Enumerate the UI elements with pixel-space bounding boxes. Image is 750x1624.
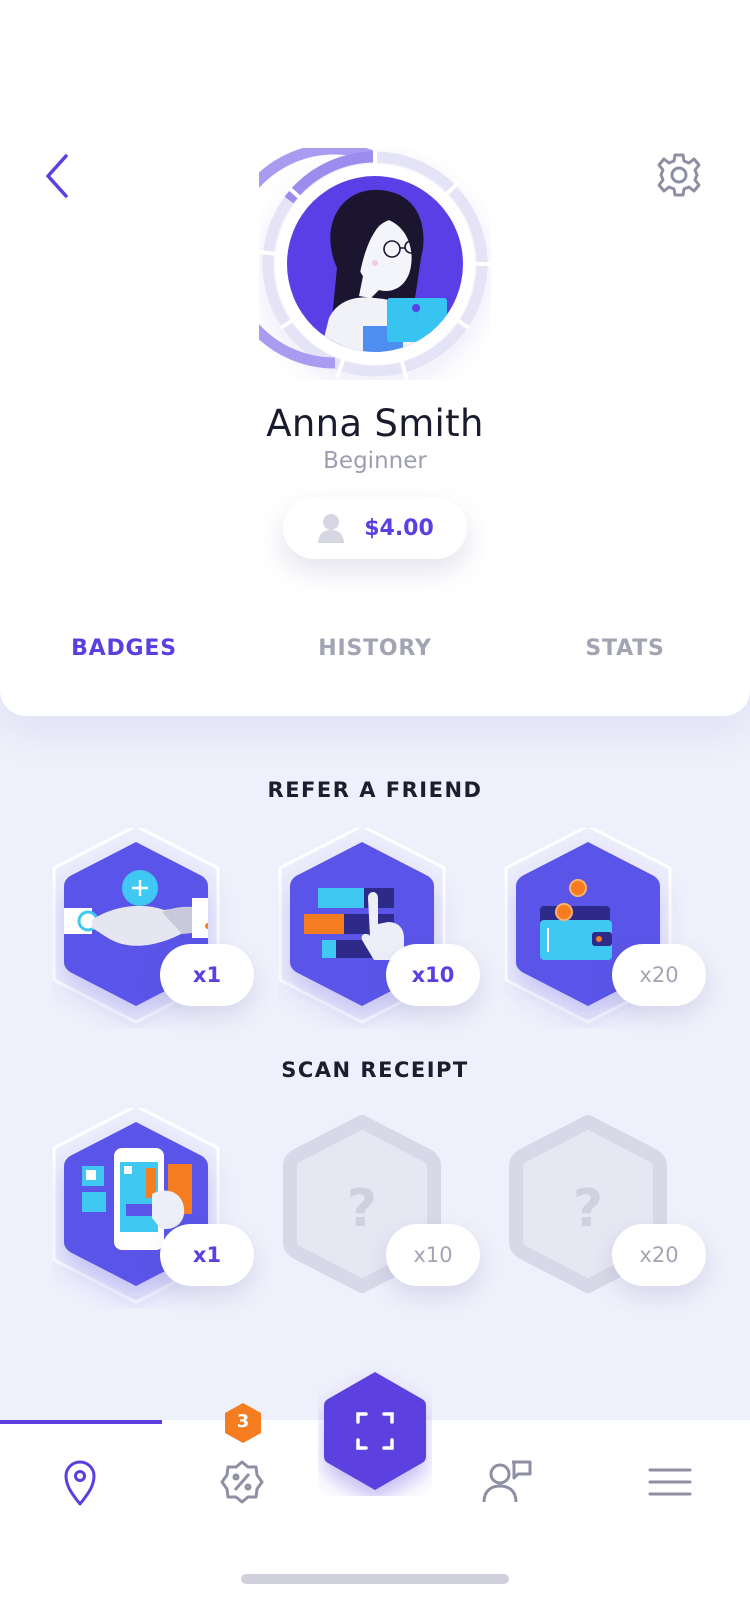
tab-stats[interactable]: STATS xyxy=(525,636,725,661)
section-title-scan: SCAN RECEIPT xyxy=(281,1058,469,1082)
badge-count: x1 xyxy=(160,1224,254,1286)
discount-icon xyxy=(220,1460,264,1504)
nav-active-indicator xyxy=(0,1420,162,1424)
map-pin-icon xyxy=(64,1460,96,1506)
profile-name: Anna Smith xyxy=(266,402,484,445)
home-indicator xyxy=(241,1574,509,1584)
badge-scan-2-locked[interactable]: ? x10 xyxy=(278,1108,518,1308)
locked-symbol: ? xyxy=(347,1179,377,1239)
user-icon xyxy=(318,514,345,543)
scan-button[interactable] xyxy=(318,1366,432,1496)
badge-refer-3[interactable]: x20 xyxy=(504,828,744,1028)
nav-menu[interactable] xyxy=(640,1456,700,1508)
nav-contacts[interactable] xyxy=(478,1456,538,1508)
gear-icon xyxy=(657,153,701,197)
profile-level: Beginner xyxy=(323,448,427,474)
badge-count: x10 xyxy=(386,1224,480,1286)
tab-badges[interactable]: BADGES xyxy=(24,636,224,661)
settings-button[interactable] xyxy=(652,148,706,202)
section-title-refer: REFER A FRIEND xyxy=(267,778,483,802)
nav-map[interactable] xyxy=(50,1456,110,1508)
badge-count: x20 xyxy=(612,944,706,1006)
nav-discounts[interactable] xyxy=(212,1456,272,1508)
balance-pill[interactable]: $4.00 xyxy=(283,497,467,559)
contacts-icon xyxy=(482,1460,532,1503)
badge-scan-1[interactable]: x1 xyxy=(52,1108,292,1308)
menu-icon xyxy=(648,1468,692,1496)
badge-count: x1 xyxy=(160,944,254,1006)
badge-scan-3-locked[interactable]: ? x20 xyxy=(504,1108,744,1308)
notification-badge: 3 xyxy=(222,1402,264,1444)
back-button[interactable] xyxy=(36,148,80,204)
balance-amount: $4.00 xyxy=(364,515,434,541)
chevron-left-icon xyxy=(46,154,68,198)
badge-refer-2[interactable]: x10 xyxy=(278,828,518,1028)
avatar[interactable] xyxy=(221,143,491,381)
avatar-illustration xyxy=(221,143,491,381)
tab-history[interactable]: HISTORY xyxy=(275,636,475,661)
badge-count: x20 xyxy=(612,1224,706,1286)
scan-icon xyxy=(324,1372,426,1490)
notification-count: 3 xyxy=(236,1411,250,1432)
badge-count: x10 xyxy=(386,944,480,1006)
badge-refer-1[interactable]: x1 xyxy=(52,828,292,1028)
locked-symbol: ? xyxy=(573,1179,603,1239)
